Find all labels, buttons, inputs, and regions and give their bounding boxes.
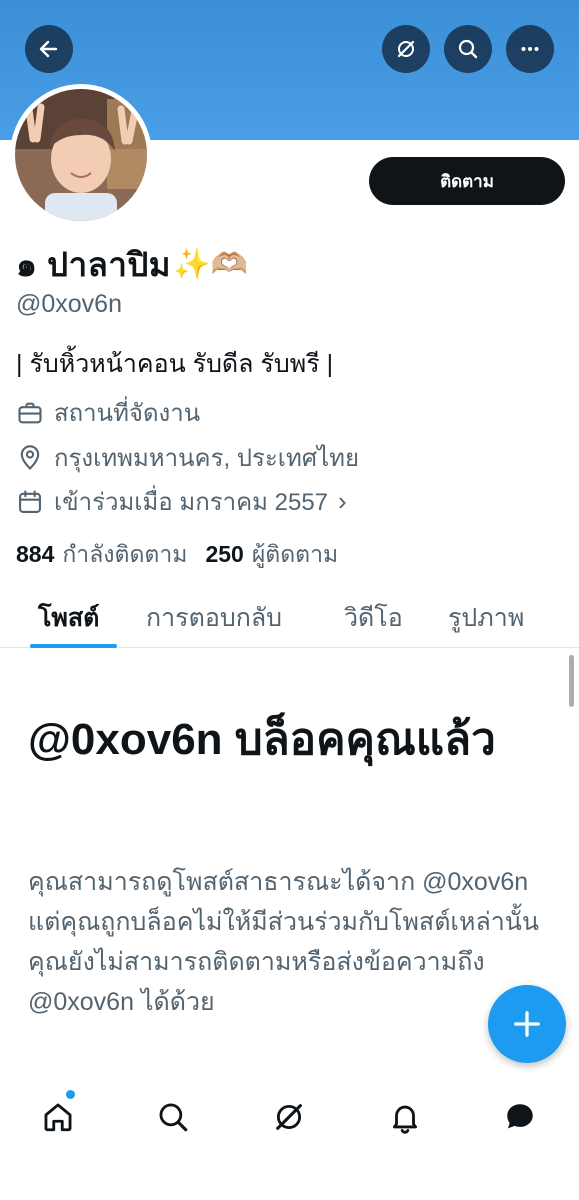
more-icon xyxy=(521,47,539,51)
back-button[interactable] xyxy=(25,25,73,73)
grok-icon xyxy=(276,1104,302,1130)
nav-notifications[interactable] xyxy=(385,1097,425,1137)
nav-messages[interactable] xyxy=(500,1097,540,1137)
compose-button[interactable] xyxy=(488,985,566,1063)
profile-handle: @0xov6n xyxy=(16,290,122,318)
plus-icon xyxy=(514,1011,540,1037)
followers-label[interactable]: ผู้ติดตาม xyxy=(252,537,338,573)
display-name: ๑ ปาลาปิม ✨🫶🏼 xyxy=(16,238,249,291)
profile-location: กรุงเทพมหานคร, ประเทศไทย xyxy=(16,438,359,477)
chat-bubble-icon xyxy=(507,1104,533,1129)
home-unread-dot xyxy=(66,1090,75,1099)
tab-replies[interactable]: การตอบกลับ xyxy=(146,598,282,638)
chevron-right-icon: › xyxy=(338,486,347,516)
arrow-left-icon xyxy=(39,40,58,58)
profile-category: สถานที่จัดงาน xyxy=(16,393,200,432)
grok-icon xyxy=(397,40,415,58)
home-icon xyxy=(44,1103,72,1132)
following-label[interactable]: กำลังติดตาม xyxy=(62,537,187,573)
nav-search[interactable] xyxy=(153,1097,193,1137)
search-button[interactable] xyxy=(444,25,492,73)
followers-count[interactable]: 250 xyxy=(205,541,243,568)
name-emoji: ✨🫶🏼 xyxy=(173,248,249,281)
tab-videos[interactable]: วิดีโอ xyxy=(344,598,403,638)
grok-button[interactable] xyxy=(382,25,430,73)
profile-tabs: โพสต์ การตอบกลับ วิดีโอ รูปภาพ xyxy=(0,588,579,648)
blocked-description: คุณสามารถดูโพสต์สาธารณะได้จาก @0xov6n แต… xyxy=(28,868,539,1016)
bottom-navigation xyxy=(0,1075,579,1200)
nav-grok[interactable] xyxy=(269,1097,309,1137)
profile-photo xyxy=(15,89,147,221)
follow-stats: 884 กำลังติดตาม 250 ผู้ติดตาม xyxy=(16,537,356,573)
following-count[interactable]: 884 xyxy=(16,541,54,568)
tab-posts[interactable]: โพสต์ xyxy=(38,598,99,638)
follow-button[interactable]: ติดตาม xyxy=(369,157,565,205)
location-pin-icon xyxy=(16,444,44,472)
avatar[interactable] xyxy=(10,84,152,226)
profile-bio: | รับหิ้วหน้าคอน รับดีล รับพรี | xyxy=(16,350,334,378)
joined-text: เข้าร่วมเมื่อ มกราคม 2557 xyxy=(54,489,329,516)
follow-button-label: ติดตาม xyxy=(440,171,494,191)
tab-photos[interactable]: รูปภาพ xyxy=(448,598,524,638)
active-tab-indicator xyxy=(30,644,117,648)
blocked-title: @0xov6n บล็อคคุณแล้ว xyxy=(28,715,496,764)
display-name-text: ๑ ปาลาปิม xyxy=(16,246,172,283)
location-text: กรุงเทพมหานคร, ประเทศไทย xyxy=(54,445,360,472)
category-text: สถานที่จัดงาน xyxy=(54,400,201,427)
search-icon xyxy=(458,39,478,59)
scrollbar[interactable] xyxy=(569,655,574,707)
calendar-icon xyxy=(16,488,44,516)
briefcase-icon xyxy=(16,399,44,427)
more-button[interactable] xyxy=(506,25,554,73)
profile-joined[interactable]: เข้าร่วมเมื่อ มกราคม 2557 › xyxy=(16,482,347,521)
bell-icon xyxy=(392,1105,418,1134)
search-icon xyxy=(159,1103,188,1132)
nav-home[interactable] xyxy=(38,1097,78,1137)
